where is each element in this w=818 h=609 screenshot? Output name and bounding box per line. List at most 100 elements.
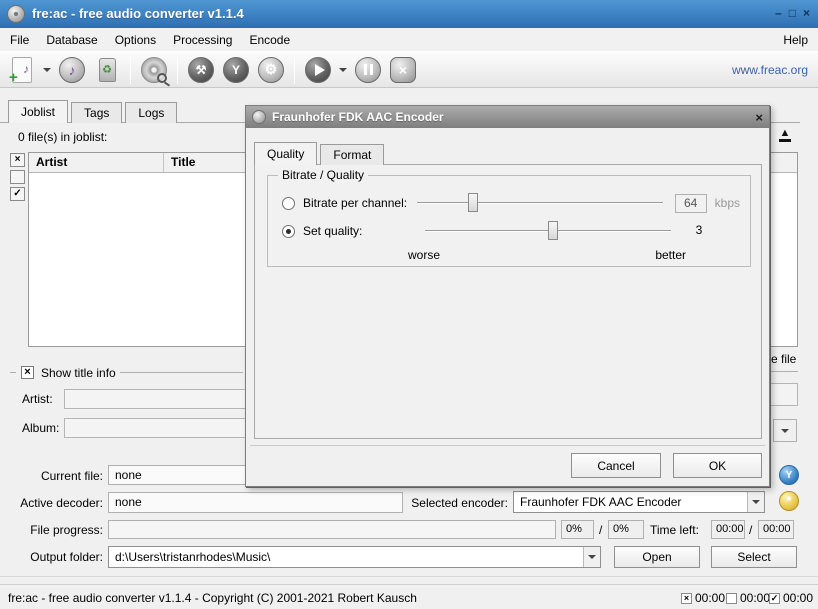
column-artist[interactable]: Artist — [29, 153, 164, 172]
start-encoding-button[interactable] — [302, 54, 334, 86]
quality-label: Set quality: — [303, 224, 425, 238]
dialog-app-icon — [252, 110, 266, 124]
tab-format[interactable]: Format — [320, 144, 384, 165]
chevron-down-icon — [781, 429, 789, 433]
time-left-total: 00:00 — [758, 520, 794, 539]
close-icon[interactable]: × — [803, 6, 810, 20]
bitrate-slider-thumb[interactable] — [468, 193, 478, 212]
eject-button[interactable]: ▲ — [772, 125, 798, 145]
current-file-label: Current file: — [0, 469, 103, 483]
cancel-button[interactable]: Cancel — [571, 453, 661, 478]
dialog-tabs: Quality Format — [254, 142, 384, 165]
window-controls: – □ × — [775, 6, 810, 20]
stop-icon: × — [390, 57, 416, 83]
output-folder-label: Output folder: — [0, 550, 103, 564]
gear-icon: ⚙ — [258, 57, 284, 83]
freac-website-link[interactable]: www.freac.org — [732, 63, 808, 77]
progress-separator: / — [599, 523, 602, 537]
partial-label-file: e file — [771, 352, 796, 366]
tab-quality[interactable]: Quality — [254, 142, 317, 165]
empty-box-icon — [726, 593, 737, 604]
donate-icon[interactable]: * — [779, 491, 799, 511]
quality-value: 3 — [683, 222, 715, 241]
menu-file[interactable]: File — [10, 33, 29, 47]
add-files-dropdown-icon[interactable] — [43, 68, 51, 72]
deselect-all-button[interactable]: × — [10, 153, 25, 167]
output-folder-value: d:\Users\tristanrhodes\Music\ — [109, 550, 583, 564]
time-left-file: 00:00 — [711, 520, 745, 539]
bitrate-value[interactable]: 64 — [675, 194, 707, 213]
field-fragment[interactable] — [771, 383, 798, 406]
total-tracks-time: ✓ 00:00 — [769, 591, 813, 605]
quality-slider-thumb[interactable] — [548, 221, 558, 240]
menu-database[interactable]: Database — [46, 33, 97, 47]
open-button[interactable]: Open — [614, 546, 700, 568]
group-line-fragment — [770, 371, 798, 372]
tab-joblist[interactable]: Joblist — [8, 100, 68, 123]
pause-encoding-button[interactable] — [352, 54, 384, 86]
toolbar-separator — [130, 56, 131, 84]
main-tabs: Joblist Tags Logs — [8, 100, 177, 123]
time-left-label: Time left: — [650, 523, 699, 537]
quality-radio[interactable] — [282, 225, 295, 238]
maximize-icon[interactable]: □ — [789, 6, 796, 20]
select-none-button[interactable] — [10, 170, 25, 184]
scale-row: worse better — [282, 244, 740, 266]
stop-encoding-button[interactable]: × — [387, 54, 419, 86]
file-progress-label: File progress: — [0, 523, 103, 537]
combo-fragment[interactable] — [773, 419, 797, 442]
album-label: Album: — [22, 421, 59, 435]
cd-lookup-button[interactable] — [138, 54, 170, 86]
funnel-icon: Y — [223, 57, 249, 83]
select-button[interactable]: Select — [711, 546, 797, 568]
tab-tags[interactable]: Tags — [71, 102, 122, 123]
selected-encoder-combo[interactable]: Fraunhofer FDK AAC Encoder — [513, 491, 765, 513]
menu-options[interactable]: Options — [115, 33, 156, 47]
quality-slider[interactable] — [425, 221, 671, 241]
tools-button[interactable]: ⚒ — [185, 54, 217, 86]
statusbar-text: fre:ac - free audio converter v1.1.4 - C… — [8, 591, 417, 605]
output-folder-dropdown-button[interactable] — [583, 547, 600, 567]
app-icon — [7, 5, 25, 23]
add-files-icon: ♪ + — [12, 57, 32, 83]
dialog-title: Fraunhofer FDK AAC Encoder — [272, 110, 444, 124]
start-encoding-dropdown-icon[interactable] — [339, 68, 347, 72]
ok-button[interactable]: OK — [673, 453, 762, 478]
show-title-info-checkbox[interactable]: × — [21, 366, 34, 379]
output-folder-combo[interactable]: d:\Users\tristanrhodes\Music\ — [108, 546, 601, 568]
toolbar-separator — [294, 56, 295, 84]
toolbar-separator — [177, 56, 178, 84]
bitrate-slider[interactable] — [417, 193, 663, 213]
chevron-down-icon — [752, 500, 760, 504]
dialog-titlebar: Fraunhofer FDK AAC Encoder × — [246, 106, 769, 128]
bitrate-radio[interactable] — [282, 197, 295, 210]
menu-encode[interactable]: Encode — [249, 33, 290, 47]
settings-button[interactable]: ⚙ — [255, 54, 287, 86]
chevron-down-icon — [588, 555, 596, 559]
bitrate-row: Bitrate per channel: 64 kbps — [282, 192, 740, 214]
menubar: File Database Options Processing Encode … — [0, 28, 818, 51]
window-title: fre:ac - free audio converter v1.1.4 — [32, 6, 244, 21]
scale-better-label: better — [655, 248, 686, 262]
scale-worse-label: worse — [408, 248, 440, 262]
filter-button[interactable]: Y — [220, 54, 252, 86]
toggle-selection-button[interactable]: ✓ — [10, 187, 25, 201]
dialog-close-icon[interactable]: × — [755, 110, 763, 125]
add-files-button[interactable]: ♪ + — [6, 54, 38, 86]
play-icon — [305, 57, 331, 83]
music-note-button[interactable]: ♪ — [56, 54, 88, 86]
trash-icon: ♻ — [99, 58, 116, 82]
check-box-icon: ✓ — [769, 593, 780, 604]
menu-help[interactable]: Help — [783, 33, 808, 47]
minimize-icon[interactable]: – — [775, 6, 782, 20]
freac-globe-icon[interactable]: Y — [779, 465, 799, 485]
tab-logs[interactable]: Logs — [125, 102, 177, 123]
encoder-dropdown-button[interactable] — [747, 492, 764, 512]
bitrate-unit: kbps — [715, 196, 740, 210]
selected-encoder-label: Selected encoder: — [398, 496, 508, 510]
artist-label: Artist: — [22, 392, 53, 406]
clear-joblist-button[interactable]: ♻ — [91, 54, 123, 86]
toolbar: ♪ + ♪ ♻ ⚒ Y ⚙ × www.freac.org — [0, 51, 818, 88]
menu-processing[interactable]: Processing — [173, 33, 232, 47]
cd-magnifier-icon — [141, 57, 167, 83]
